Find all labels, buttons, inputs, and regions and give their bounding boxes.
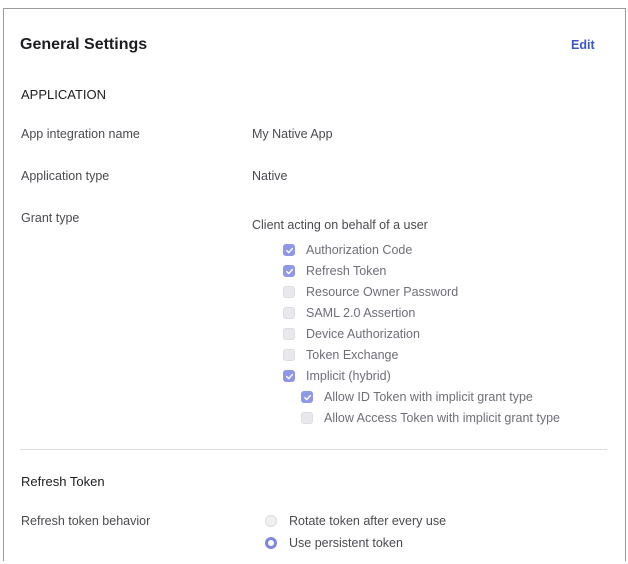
refresh-token-behavior-label: Refresh token behavior [21,514,151,528]
option-label: SAML 2.0 Assertion [306,306,416,320]
refresh-option-persistent-token[interactable]: Use persistent token [265,535,403,551]
panel-title: General Settings [20,36,148,53]
implicit-option-allow-access-token[interactable]: Allow Access Token with implicit grant t… [301,410,560,426]
grant-option-authorization-code[interactable]: Authorization Code [283,242,412,258]
app-integration-name-value: My Native App [252,127,333,141]
app-integration-name-label: App integration name [21,127,140,141]
option-label: Device Authorization [306,327,420,341]
refresh-option-rotate-token[interactable]: Rotate token after every use [265,513,446,529]
edit-button[interactable]: Edit [571,38,595,52]
option-label: Implicit (hybrid) [306,369,391,383]
checkbox-unchecked-icon [301,412,313,424]
grant-option-refresh-token[interactable]: Refresh Token [283,263,386,279]
application-type-value: Native [252,169,288,183]
radio-selected-icon [265,537,277,549]
refresh-token-section-title: Refresh Token [21,474,105,489]
option-label: Resource Owner Password [306,285,459,299]
checkbox-checked-icon [283,265,295,277]
checkbox-unchecked-icon [283,349,295,361]
grant-option-resource-owner-password[interactable]: Resource Owner Password [283,284,458,300]
option-label: Use persistent token [289,536,403,550]
option-label: Token Exchange [306,348,399,362]
option-label: Refresh Token [306,264,387,278]
option-label: Authorization Code [306,243,413,257]
grant-type-label: Grant type [21,211,80,225]
checkbox-unchecked-icon [283,286,295,298]
checkbox-unchecked-icon [283,307,295,319]
checkbox-checked-icon [301,391,313,403]
grant-option-implicit-hybrid[interactable]: Implicit (hybrid) [283,368,391,384]
implicit-option-allow-id-token[interactable]: Allow ID Token with implicit grant type [301,389,533,405]
grant-option-device-authorization[interactable]: Device Authorization [283,326,420,342]
grant-option-saml-assertion[interactable]: SAML 2.0 Assertion [283,305,415,321]
checkbox-unchecked-icon [283,328,295,340]
application-section-title: APPLICATION [21,87,107,102]
option-label: Allow ID Token with implicit grant type [324,390,533,404]
grant-option-token-exchange[interactable]: Token Exchange [283,347,398,363]
grant-type-heading: Client acting on behalf of a user [252,218,428,232]
application-type-label: Application type [21,169,110,183]
checkbox-checked-icon [283,370,295,382]
checkbox-checked-icon [283,244,295,256]
option-label: Allow Access Token with implicit grant t… [324,411,560,425]
section-divider [20,449,607,450]
radio-unselected-icon [265,515,277,527]
option-label: Rotate token after every use [289,514,447,528]
